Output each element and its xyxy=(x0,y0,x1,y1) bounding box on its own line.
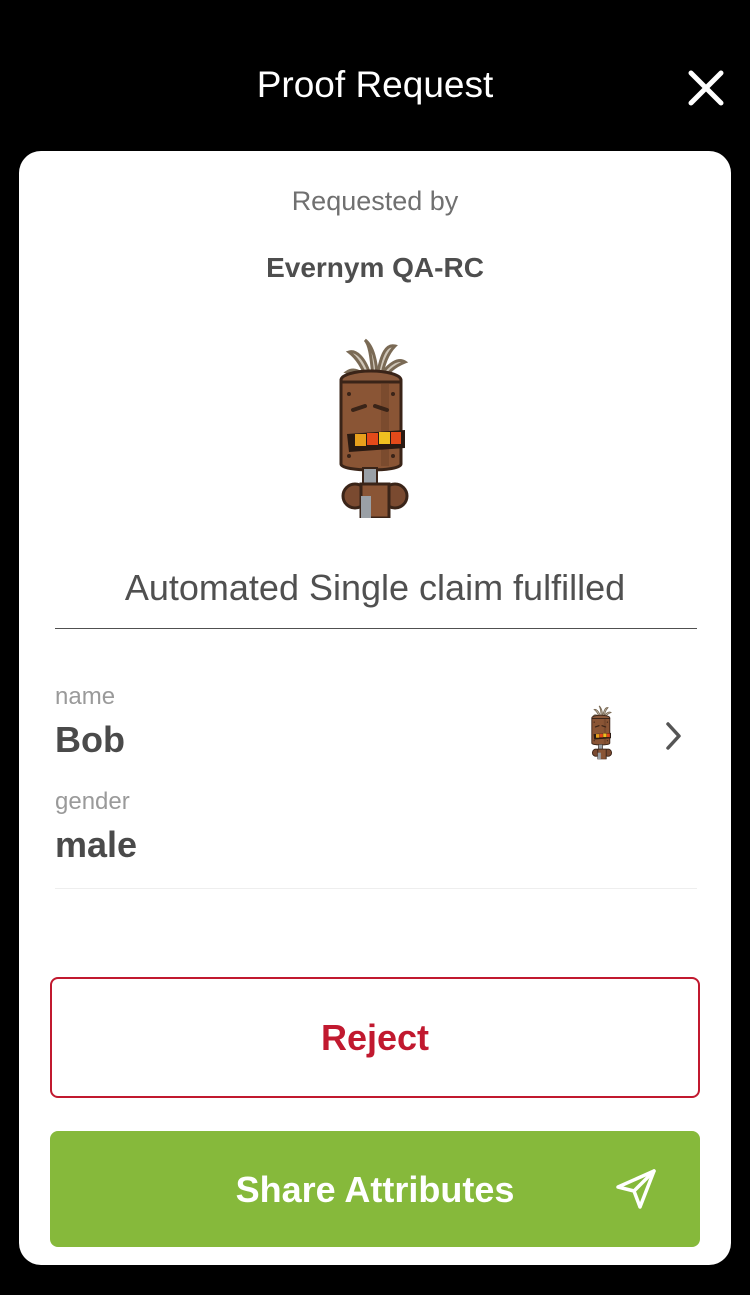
page-title: Proof Request xyxy=(256,64,494,105)
close-icon[interactable] xyxy=(684,66,728,110)
requester-name: Evernym QA-RC xyxy=(266,252,484,283)
requester-logo xyxy=(325,336,425,518)
proof-request-title: Automated Single claim fulfilled xyxy=(124,567,626,608)
attribute-label-gender: gender xyxy=(55,788,130,815)
send-icon xyxy=(614,1167,658,1211)
reject-button-label: Reject xyxy=(320,1017,430,1058)
requested-by-label: Requested by xyxy=(291,186,459,216)
proof-request-screen: Proof Request Requested by Evernym QA-RC… xyxy=(0,0,750,1295)
title-divider xyxy=(55,628,697,629)
attribute-label-name: name xyxy=(55,683,116,710)
attribute-value-name: Bob xyxy=(55,719,125,760)
chevron-right-icon[interactable] xyxy=(660,718,686,754)
attribute-source-logo xyxy=(587,704,617,760)
attribute-value-gender: male xyxy=(55,824,138,865)
header: Proof Request xyxy=(0,0,750,150)
